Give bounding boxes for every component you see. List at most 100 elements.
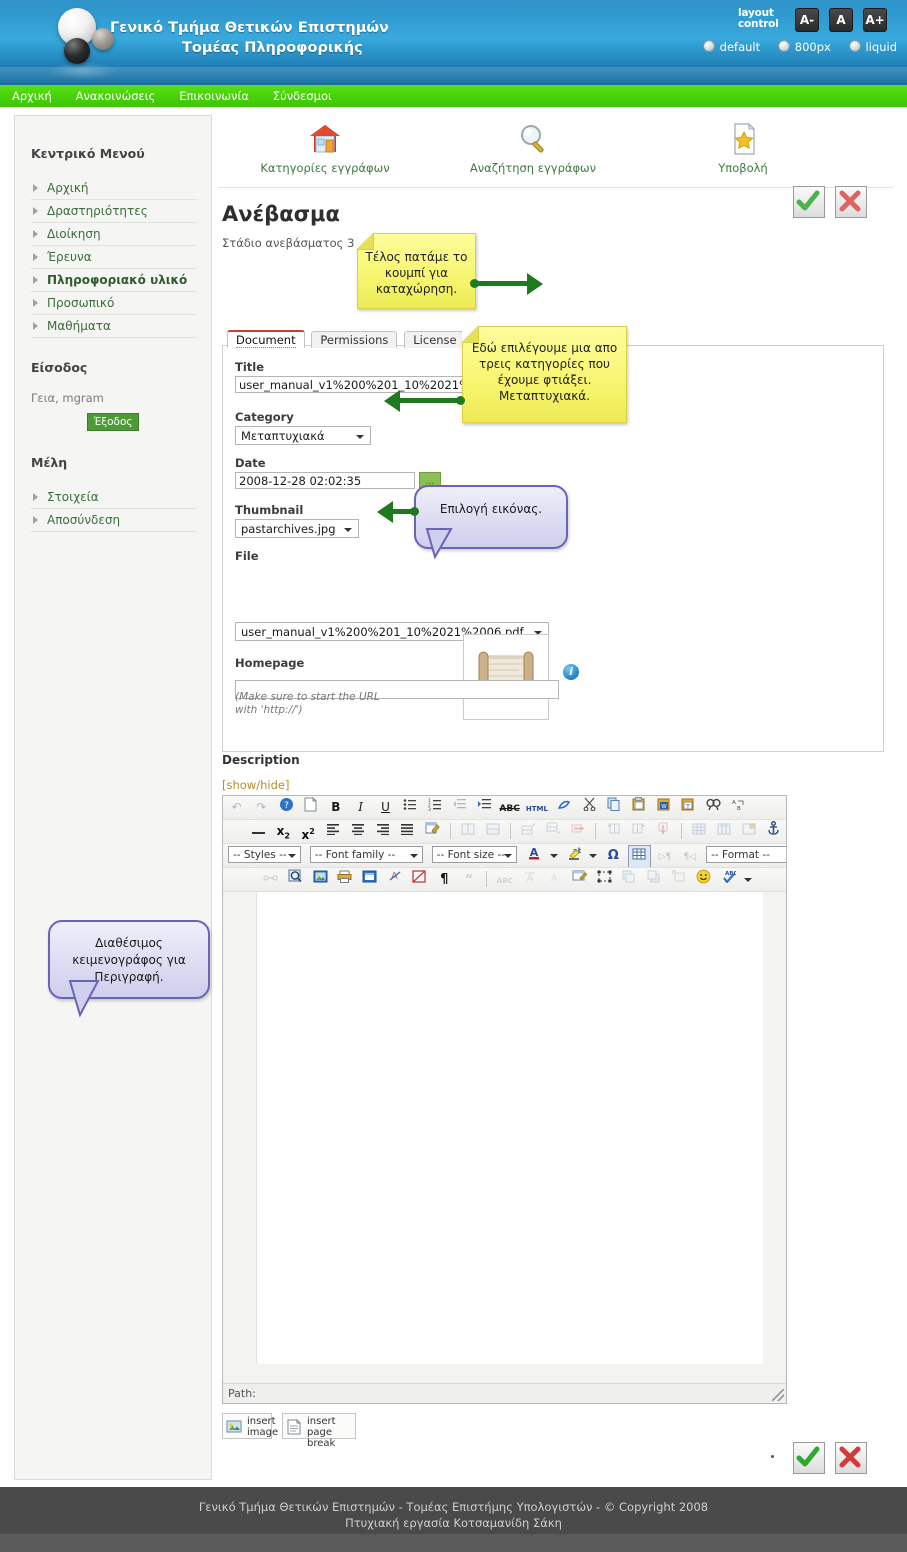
- text-color-dropdown-icon[interactable]: [548, 845, 559, 866]
- table-props-icon[interactable]: [713, 821, 734, 842]
- new-document-icon[interactable]: [300, 796, 321, 818]
- nav-item-announcements[interactable]: Ανακοινώσεις: [66, 85, 166, 103]
- resize-grip-icon[interactable]: [772, 1389, 784, 1401]
- numbered-list-icon[interactable]: 123: [425, 797, 446, 818]
- show-hide-toggle[interactable]: [show/hide]: [222, 778, 289, 792]
- topicon-submit[interactable]: Υποβολή: [658, 121, 828, 175]
- find-icon[interactable]: [703, 797, 724, 818]
- spellcheck-icon[interactable]: ABC: [718, 869, 739, 890]
- subscript-icon[interactable]: x2: [273, 821, 294, 842]
- abbr-icon[interactable]: ABC: [494, 869, 515, 890]
- align-left-icon[interactable]: [322, 821, 343, 842]
- cancel-button-top[interactable]: [835, 186, 867, 218]
- font-smaller-button[interactable]: A-: [795, 8, 819, 32]
- superscript-icon[interactable]: x2: [298, 821, 319, 842]
- html-source-icon[interactable]: HTML: [524, 797, 550, 818]
- sidebar-item-pliroforiako-yliko[interactable]: Πληροφοριακό υλικό: [31, 269, 197, 292]
- logout-button[interactable]: Έξοδος: [87, 413, 139, 431]
- move-forward-icon[interactable]: [618, 869, 639, 890]
- tab-permissions[interactable]: Permissions: [311, 331, 398, 348]
- radio-icon[interactable]: [777, 40, 790, 52]
- font-family-select[interactable]: -- Font family --: [309, 846, 423, 863]
- show-paragraph-icon[interactable]: ¶: [434, 869, 455, 890]
- width-option-liquid[interactable]: liquid: [848, 40, 897, 54]
- font-larger-button[interactable]: A+: [863, 8, 887, 32]
- sidebar-item-aposyndesi[interactable]: Αποσύνδεση: [31, 509, 197, 532]
- align-center-icon[interactable]: [347, 821, 368, 842]
- split-cells-icon[interactable]: [482, 821, 503, 842]
- bold-icon[interactable]: B: [325, 797, 346, 818]
- media-icon[interactable]: [359, 869, 380, 890]
- tab-license[interactable]: License: [404, 331, 466, 348]
- thumbnail-select[interactable]: pastarchives.jpg: [235, 519, 359, 538]
- sidebar-item-drastiriotites[interactable]: Δραστηριότητες: [31, 200, 197, 223]
- sidebar-item-stoixeia[interactable]: Στοιχεία: [31, 486, 197, 509]
- category-select[interactable]: Μεταπτυχιακά: [235, 426, 371, 445]
- remove-format-icon[interactable]: [554, 797, 575, 818]
- delete-row-icon[interactable]: [568, 821, 589, 842]
- outdent-icon[interactable]: [449, 797, 470, 818]
- topicon-document-search[interactable]: Αναζήτηση εγγράφων: [448, 121, 618, 175]
- sidebar-item-erevna[interactable]: Έρευνα: [31, 246, 197, 269]
- format-select[interactable]: -- Format --: [706, 846, 786, 863]
- move-backward-icon[interactable]: [643, 869, 664, 890]
- paste-icon[interactable]: [628, 797, 649, 818]
- acronym-icon[interactable]: A: [519, 869, 540, 890]
- anchor-icon[interactable]: [763, 821, 784, 842]
- merge-cells-icon[interactable]: [457, 821, 478, 842]
- confirm-button-top[interactable]: [793, 186, 825, 218]
- nav-item-home[interactable]: Αρχική: [0, 85, 62, 103]
- table-icon[interactable]: [689, 821, 710, 842]
- help-icon[interactable]: ?: [276, 797, 297, 818]
- highlight-color-dropdown-icon[interactable]: [588, 845, 599, 866]
- absolute-position-icon[interactable]: [668, 869, 689, 890]
- info-icon[interactable]: i: [563, 664, 579, 680]
- tab-document[interactable]: Document: [227, 330, 305, 348]
- ltr-direction-icon[interactable]: ▷¶: [654, 845, 675, 866]
- align-right-icon[interactable]: [372, 821, 393, 842]
- undo-icon[interactable]: ↶: [226, 797, 247, 818]
- font-normal-button[interactable]: A: [829, 8, 853, 32]
- insert-layer-icon[interactable]: [569, 869, 590, 890]
- italic-icon[interactable]: I: [350, 797, 371, 818]
- font-size-select[interactable]: -- Font size --: [431, 846, 517, 863]
- special-char-icon[interactable]: Ω: [603, 845, 624, 866]
- paste-text-icon[interactable]: T: [678, 797, 699, 818]
- align-justify-icon[interactable]: [397, 821, 418, 842]
- insert-image-icon[interactable]: [310, 869, 331, 890]
- bullet-list-icon[interactable]: [400, 797, 421, 818]
- topicon-document-categories[interactable]: Κατηγορίες εγγράφων: [240, 121, 410, 175]
- radio-icon[interactable]: [848, 40, 861, 52]
- cut-icon[interactable]: [579, 797, 600, 818]
- nav-item-contact[interactable]: Επικοινωνία: [169, 85, 259, 103]
- col-before-icon[interactable]: +: [603, 821, 624, 842]
- row-after-icon[interactable]: +: [543, 821, 564, 842]
- indent-icon[interactable]: [474, 797, 495, 818]
- edit-style-icon[interactable]: [422, 821, 443, 842]
- styles-select[interactable]: -- Styles --: [228, 846, 301, 863]
- delete-col-icon[interactable]: [653, 821, 674, 842]
- radio-icon[interactable]: [702, 40, 715, 52]
- sidebar-item-arxiki[interactable]: Αρχική: [31, 177, 197, 200]
- insert-pagebreak-button[interactable]: insert page break: [282, 1413, 356, 1449]
- date-input[interactable]: [235, 472, 415, 489]
- nav-item-links[interactable]: Σύνδεσμοι: [263, 85, 342, 103]
- redo-icon[interactable]: ↷: [251, 797, 272, 818]
- select-layer-icon[interactable]: [594, 869, 615, 890]
- highlight-color-icon[interactable]: ab: [563, 845, 584, 866]
- print-icon[interactable]: [334, 869, 355, 890]
- link-icon[interactable]: [260, 869, 281, 890]
- underline-icon[interactable]: U: [375, 797, 396, 818]
- editor-content-area[interactable]: [256, 892, 765, 1364]
- col-after-icon[interactable]: +: [628, 821, 649, 842]
- text-color-icon[interactable]: A: [523, 845, 544, 866]
- sidebar-item-dioikisi[interactable]: Διοίκηση: [31, 223, 197, 246]
- width-option-default[interactable]: default: [702, 40, 760, 54]
- sidebar-item-prosopiko[interactable]: Προσωπικό: [31, 292, 197, 315]
- blockquote-icon[interactable]: “: [459, 869, 480, 890]
- sidebar-item-mathimata[interactable]: Μαθήματα: [31, 315, 197, 338]
- row-before-icon[interactable]: +: [518, 821, 539, 842]
- attribute-icon[interactable]: A: [544, 869, 565, 890]
- horizontal-rule-icon[interactable]: [248, 821, 269, 842]
- width-option-800px[interactable]: 800px: [777, 40, 831, 54]
